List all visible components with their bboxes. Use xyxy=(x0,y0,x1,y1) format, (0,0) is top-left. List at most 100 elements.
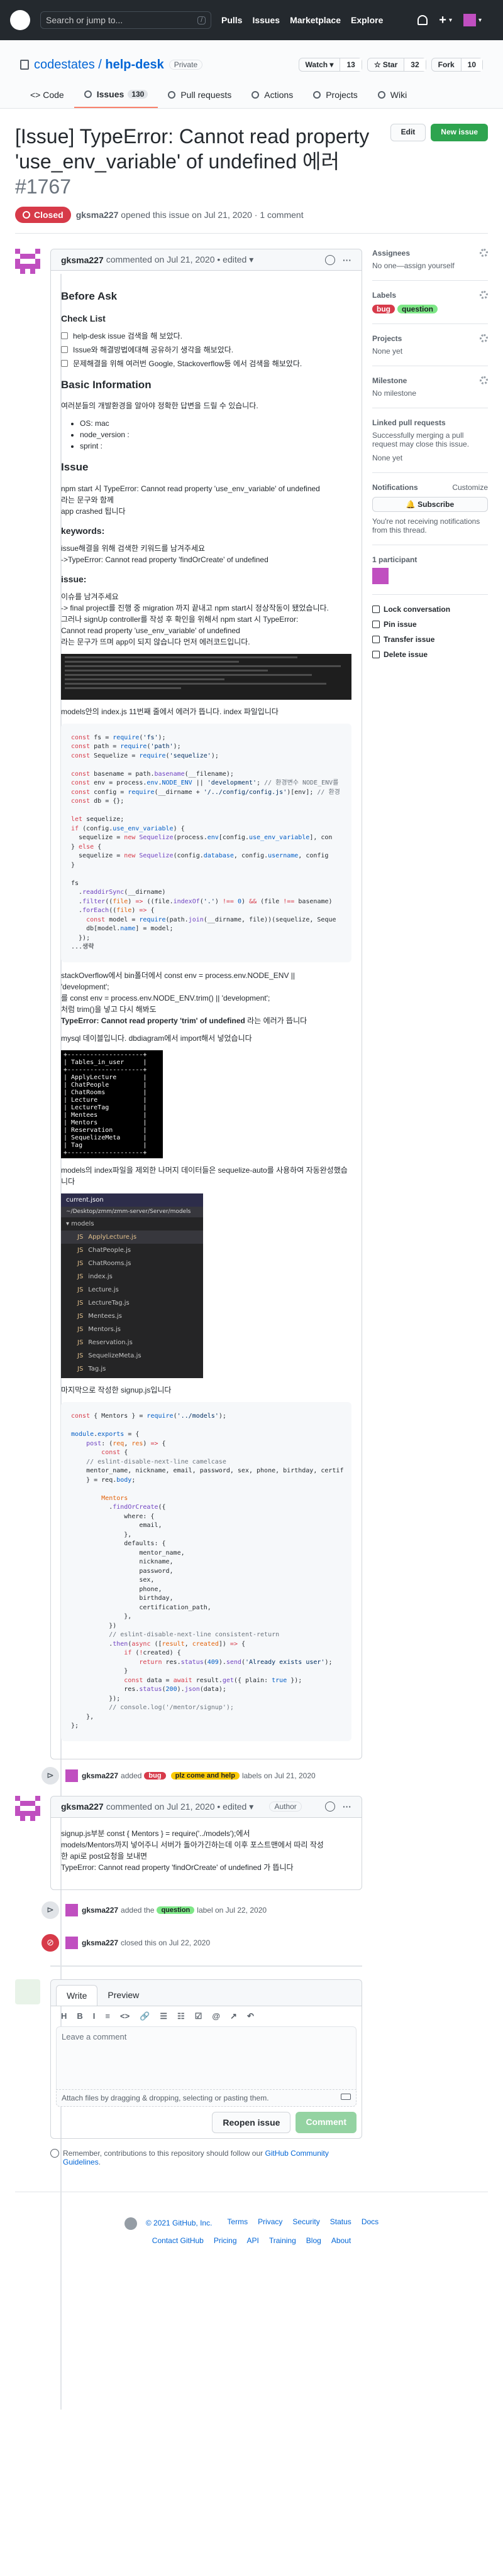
footer-link-terms[interactable]: Terms xyxy=(227,2217,248,2230)
footer-link-api[interactable]: API xyxy=(247,2236,259,2245)
bold-icon[interactable]: B xyxy=(77,2011,82,2021)
nav-explore[interactable]: Explore xyxy=(351,15,383,25)
footer-link-contact[interactable]: Contact GitHub xyxy=(152,2236,204,2245)
tab-preview[interactable]: Preview xyxy=(97,1985,149,2006)
label-question[interactable]: question xyxy=(397,305,438,313)
kebab-menu-icon[interactable]: ··· xyxy=(343,255,351,265)
issue-author-link[interactable]: gksma227 xyxy=(76,210,119,220)
label-bug[interactable]: bug xyxy=(372,305,395,313)
footer-link-about[interactable]: About xyxy=(331,2236,351,2245)
tab-write[interactable]: Write xyxy=(56,1984,98,2006)
label-bug[interactable]: bug xyxy=(144,1771,166,1780)
avatar[interactable] xyxy=(65,1769,78,1782)
italic-icon[interactable]: I xyxy=(93,2011,96,2021)
bullet-list-icon[interactable]: ☰ xyxy=(160,2011,167,2021)
projects-heading[interactable]: Projects xyxy=(372,334,402,343)
comment-textarea[interactable]: Leave a comment xyxy=(56,2026,357,2089)
search-input[interactable]: Search or jump to... / xyxy=(40,11,211,29)
footer-link-privacy[interactable]: Privacy xyxy=(258,2217,282,2230)
attach-files-area[interactable]: Attach files by dragging & dropping, sel… xyxy=(56,2089,357,2107)
labels-heading[interactable]: Labels xyxy=(372,291,396,300)
star-label[interactable]: ☆ Star xyxy=(368,58,404,71)
fork-count[interactable]: 10 xyxy=(460,58,482,71)
comment-button[interactable]: Comment xyxy=(296,2111,357,2133)
tab-actions[interactable]: Actions xyxy=(241,84,303,108)
watch-label[interactable]: Watch ▾ xyxy=(299,58,340,71)
transfer-issue-button[interactable]: Transfer issue xyxy=(372,635,488,644)
quote-icon[interactable]: ≡ xyxy=(105,2011,110,2021)
plus-icon[interactable]: + xyxy=(439,13,446,28)
smiley-icon[interactable] xyxy=(325,254,335,265)
footer-link-blog[interactable]: Blog xyxy=(306,2236,321,2245)
terminal-screenshot[interactable] xyxy=(61,653,351,700)
new-issue-button[interactable]: New issue xyxy=(431,124,488,141)
lock-conversation-button[interactable]: Lock conversation xyxy=(372,605,488,614)
footer-link-status[interactable]: Status xyxy=(330,2217,351,2230)
assignees-value[interactable]: No one—assign yourself xyxy=(372,261,488,270)
fork-label[interactable]: Fork xyxy=(432,58,461,71)
current-user-avatar[interactable] xyxy=(15,1979,40,2004)
task-list-icon[interactable]: ☑ xyxy=(195,2011,202,2021)
footer-link-pricing[interactable]: Pricing xyxy=(214,2236,237,2245)
watch-button[interactable]: Watch ▾ 13 xyxy=(298,58,362,72)
nav-issues[interactable]: Issues xyxy=(252,15,280,25)
comment-meta[interactable]: commented on Jul 21, 2020 • edited ▾ xyxy=(106,254,254,265)
smiley-icon[interactable] xyxy=(324,1802,335,1812)
gear-icon[interactable] xyxy=(480,249,488,257)
reopen-issue-button[interactable]: Reopen issue xyxy=(212,2111,291,2133)
comment-author[interactable]: gksma227 xyxy=(61,255,104,265)
tab-projects[interactable]: Projects xyxy=(303,84,368,108)
kebab-menu-icon[interactable]: ··· xyxy=(343,1802,351,1812)
nav-pulls[interactable]: Pulls xyxy=(221,15,242,25)
event-actor[interactable]: gksma227 xyxy=(82,1938,118,1947)
avatar[interactable] xyxy=(372,568,389,584)
tab-issues[interactable]: Issues 130 xyxy=(74,84,158,108)
gear-icon[interactable] xyxy=(480,376,488,384)
avatar[interactable] xyxy=(15,1795,40,1821)
tab-pull-requests[interactable]: Pull requests xyxy=(158,84,241,108)
link-icon[interactable]: 🔗 xyxy=(140,2011,150,2021)
repo-owner-link[interactable]: codestates xyxy=(34,58,95,72)
tab-code[interactable]: <> Code xyxy=(20,84,74,108)
reply-icon[interactable]: ↶ xyxy=(247,2011,254,2021)
customize-link[interactable]: Customize xyxy=(452,483,488,492)
heading-icon[interactable]: H xyxy=(61,2011,67,2021)
edit-button[interactable]: Edit xyxy=(390,124,426,141)
comment-author[interactable]: gksma227 xyxy=(61,1802,104,1812)
event-actor[interactable]: gksma227 xyxy=(82,1906,118,1915)
star-button[interactable]: ☆ Star 32 xyxy=(367,58,426,72)
avatar[interactable] xyxy=(15,249,40,274)
label-plz-come-and-help[interactable]: plz come and help xyxy=(170,1771,240,1780)
pin-issue-button[interactable]: Pin issue xyxy=(372,620,488,629)
label-question[interactable]: question xyxy=(157,1906,195,1914)
repo-name-link[interactable]: help-desk xyxy=(105,58,163,72)
star-count[interactable]: 32 xyxy=(404,58,426,71)
tab-wiki[interactable]: Wiki xyxy=(368,84,417,108)
gear-icon[interactable] xyxy=(480,334,488,342)
comment-meta[interactable]: commented on Jul 21, 2020 • edited ▾ xyxy=(106,1802,254,1812)
milestone-heading[interactable]: Milestone xyxy=(372,376,407,385)
mention-icon[interactable]: @ xyxy=(212,2011,220,2021)
file-explorer-screenshot[interactable]: current.json ~/Desktop/zmm/zmm-server/Se… xyxy=(61,1193,203,1378)
watch-count[interactable]: 13 xyxy=(340,58,362,71)
footer-link-security[interactable]: Security xyxy=(292,2217,319,2230)
chevron-down-icon[interactable]: ▾ xyxy=(449,17,452,24)
reference-icon[interactable]: ↗ xyxy=(230,2011,237,2021)
user-avatar[interactable] xyxy=(463,14,476,26)
gear-icon[interactable] xyxy=(480,291,488,299)
numbered-list-icon[interactable]: ☷ xyxy=(177,2011,185,2021)
event-actor[interactable]: gksma227 xyxy=(82,1771,118,1780)
github-logo-icon[interactable] xyxy=(10,10,30,30)
delete-issue-button[interactable]: Delete issue xyxy=(372,650,488,659)
code-icon[interactable]: <> xyxy=(120,2011,130,2021)
mysql-tables-screenshot[interactable]: +--------------------+ | Tables_in_user … xyxy=(61,1050,163,1158)
avatar[interactable] xyxy=(65,1903,78,1916)
subscribe-button[interactable]: 🔔 Subscribe xyxy=(372,497,488,512)
notification-bell-icon[interactable] xyxy=(417,15,428,25)
avatar[interactable] xyxy=(65,1936,78,1949)
nav-marketplace[interactable]: Marketplace xyxy=(290,15,341,25)
fork-button[interactable]: Fork 10 xyxy=(431,58,483,72)
assignees-heading[interactable]: Assignees xyxy=(372,249,410,258)
chevron-down-icon[interactable]: ▾ xyxy=(478,17,482,24)
footer-link-training[interactable]: Training xyxy=(269,2236,296,2245)
